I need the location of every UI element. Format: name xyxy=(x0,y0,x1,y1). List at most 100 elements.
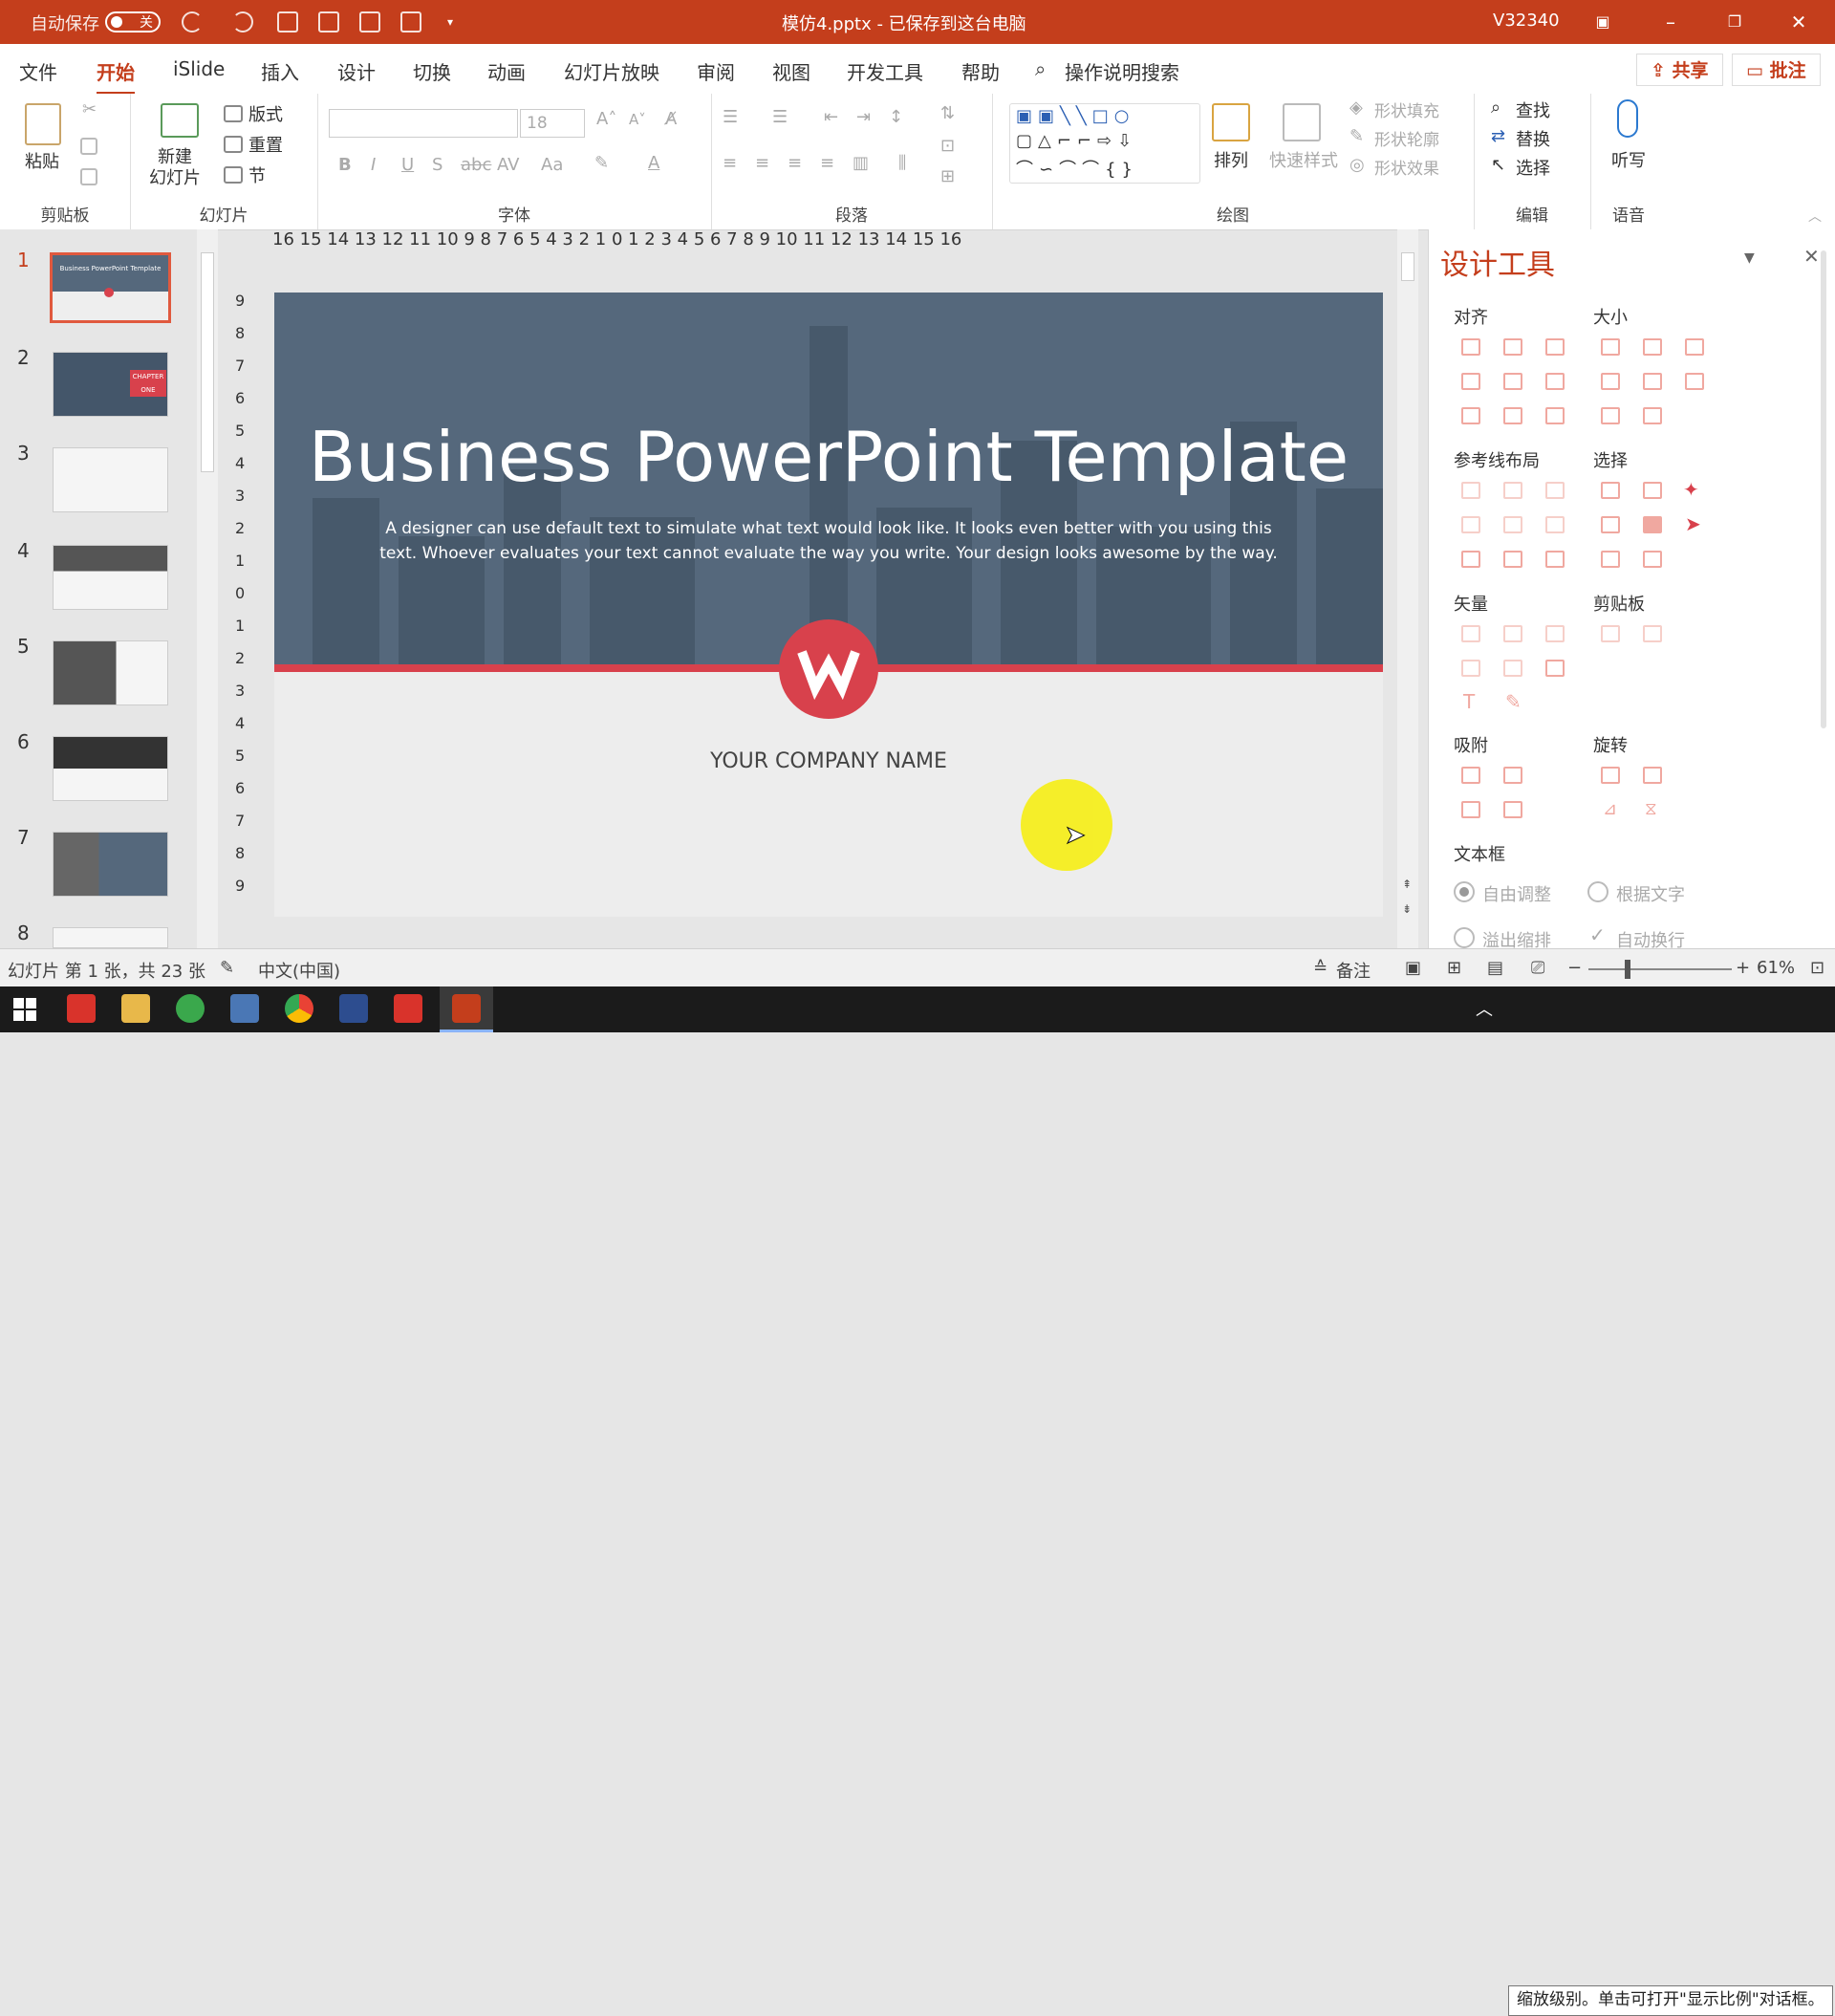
magic-wand-icon[interactable]: ✦ xyxy=(1683,478,1699,501)
align-text-icon[interactable]: ⊡ xyxy=(940,136,955,156)
slide-sorter-icon[interactable]: ⊞ xyxy=(1447,958,1461,978)
taskbar-app-navy-icon[interactable] xyxy=(339,994,368,1023)
cut-icon[interactable]: ✂ xyxy=(82,99,97,119)
save-icon[interactable] xyxy=(400,11,421,33)
zoom-out-icon[interactable]: − xyxy=(1567,958,1582,978)
text-shadow-button[interactable]: S xyxy=(432,155,443,175)
tab-design[interactable]: 设计 xyxy=(337,57,376,85)
increase-indent-icon[interactable]: ⇥ xyxy=(856,107,871,127)
slideshow-icon[interactable]: ⎚ xyxy=(1531,958,1544,978)
shape-outline-label[interactable]: 形状轮廓 xyxy=(1374,126,1439,150)
snap-right-icon[interactable] xyxy=(1503,801,1522,818)
next-slide-icon[interactable]: ⇟ xyxy=(1402,902,1412,916)
arrange-label[interactable]: 排列 xyxy=(1214,147,1248,172)
fragment-icon[interactable] xyxy=(1545,625,1565,642)
combine-icon[interactable] xyxy=(1503,625,1522,642)
bullets-icon[interactable]: ☰ xyxy=(723,107,738,127)
chrome-icon[interactable] xyxy=(285,994,313,1023)
columns-icon[interactable]: ⫼ xyxy=(898,153,906,173)
tab-developer[interactable]: 开发工具 xyxy=(847,57,923,85)
fit-slide-icon[interactable]: ⊡ xyxy=(1810,958,1824,978)
char-spacing-icon[interactable]: AV xyxy=(497,155,519,175)
find-icon[interactable]: ⌕ xyxy=(1491,98,1500,118)
align-center-icon[interactable]: ≡ xyxy=(755,153,769,173)
rotate-left-icon[interactable] xyxy=(1601,767,1620,784)
zoom-slider-thumb[interactable] xyxy=(1625,960,1630,979)
tab-review[interactable]: 审阅 xyxy=(697,57,735,85)
slide-title[interactable]: Business PowerPoint Template xyxy=(274,417,1383,497)
intersect-icon[interactable] xyxy=(1461,660,1480,677)
thumbnails-scrollbar[interactable] xyxy=(197,229,218,948)
tab-insert[interactable]: 插入 xyxy=(261,57,299,85)
tab-file[interactable]: 文件 xyxy=(19,57,57,85)
guide-left-icon[interactable] xyxy=(1461,482,1480,499)
align-bottom-tool-icon[interactable] xyxy=(1545,373,1565,390)
language-status[interactable]: 中文(中国) xyxy=(258,958,340,983)
layout-icon[interactable] xyxy=(224,105,243,122)
format-painter-icon[interactable] xyxy=(80,168,97,185)
section-icon[interactable] xyxy=(224,166,243,184)
highlight-icon[interactable]: ✎ xyxy=(594,153,609,173)
guide-grid-icon[interactable] xyxy=(1545,551,1565,568)
slide-thumbnail-8[interactable] xyxy=(53,927,168,948)
notes-icon[interactable]: ≙ xyxy=(1313,958,1328,978)
thumbnails-scroll-thumb[interactable] xyxy=(201,252,214,472)
guide-top-icon[interactable] xyxy=(1461,516,1480,533)
shape-effects-label[interactable]: 形状效果 xyxy=(1374,155,1439,179)
align-center-tool-icon[interactable] xyxy=(1503,338,1522,356)
guide-fill-v-icon[interactable] xyxy=(1503,551,1522,568)
decrease-indent-icon[interactable]: ⇤ xyxy=(824,107,838,127)
copy-icon[interactable] xyxy=(80,138,97,155)
strikethrough-button[interactable]: abc xyxy=(461,155,491,175)
shapes-gallery[interactable]: ▣▣╲╲□○ ▢△⌐⌐⇨⇩ ⌒∽⌒⌒{} xyxy=(1009,103,1200,184)
subtract-icon[interactable] xyxy=(1503,660,1522,677)
pane-close-icon[interactable]: ✕ xyxy=(1803,245,1820,268)
pane-options-icon[interactable]: ▼ xyxy=(1744,250,1755,266)
taskbar-app-blue-icon[interactable] xyxy=(230,994,259,1023)
undo-icon[interactable] xyxy=(182,11,203,33)
layout-label[interactable]: 版式 xyxy=(248,101,283,126)
tab-view[interactable]: 视图 xyxy=(772,57,810,85)
match-width-icon[interactable] xyxy=(1601,373,1620,390)
italic-button[interactable]: I xyxy=(371,155,376,175)
section-label[interactable]: 节 xyxy=(248,163,266,187)
file-explorer-icon[interactable] xyxy=(121,994,150,1023)
tray-chevron-icon[interactable]: ︿ xyxy=(1476,996,1493,1021)
same-size-icon[interactable] xyxy=(1685,338,1704,356)
reset-label[interactable]: 重置 xyxy=(248,132,283,157)
shape-outline-icon[interactable]: ✎ xyxy=(1349,126,1364,146)
prev-slide-icon[interactable]: ⇞ xyxy=(1402,878,1412,891)
zoom-in-icon[interactable]: + xyxy=(1736,958,1750,978)
guide-right-icon[interactable] xyxy=(1545,482,1565,499)
slide-thumbnail-7[interactable] xyxy=(53,832,168,897)
font-name-input[interactable] xyxy=(329,109,518,138)
tab-slideshow[interactable]: 幻灯片放映 xyxy=(564,57,659,85)
size-right-icon[interactable] xyxy=(1643,407,1662,424)
slide-thumbnail-6[interactable] xyxy=(53,736,168,801)
align-left-icon[interactable]: ≡ xyxy=(723,153,737,173)
comments-button[interactable]: ▭ 批注 xyxy=(1732,54,1821,86)
tell-me-search[interactable]: 操作说明搜索 xyxy=(1065,57,1179,85)
distribute-v-tool-icon[interactable] xyxy=(1503,407,1522,424)
free-adjust-radio[interactable] xyxy=(1454,881,1475,902)
arrange-icon[interactable] xyxy=(1212,103,1250,141)
taskbar-app-green-icon[interactable] xyxy=(176,994,205,1023)
rotate-right-icon[interactable] xyxy=(1643,767,1662,784)
shape-effects-icon[interactable]: ◎ xyxy=(1349,155,1365,175)
reading-view-icon[interactable]: ▤ xyxy=(1487,958,1503,978)
close-button[interactable]: ✕ xyxy=(1778,6,1820,38)
tab-islide[interactable]: iSlide xyxy=(173,57,225,80)
text-vector-icon[interactable]: T xyxy=(1463,690,1475,713)
redo-icon[interactable] xyxy=(232,11,253,33)
slide-canvas[interactable]: Business PowerPoint Template A designer … xyxy=(274,293,1383,917)
ribbon-display-icon[interactable]: ▣ xyxy=(1582,6,1624,38)
tab-transitions[interactable]: 切换 xyxy=(413,57,451,85)
swap-size-icon[interactable] xyxy=(1685,373,1704,390)
tab-animations[interactable]: 动画 xyxy=(487,57,526,85)
distribute-icon[interactable]: ▥ xyxy=(853,153,869,173)
company-name[interactable]: YOUR COMPANY NAME xyxy=(274,749,1383,773)
auto-wrap-checkbox[interactable]: ✓ xyxy=(1589,923,1606,946)
text-direction-icon[interactable]: ⇅ xyxy=(940,103,955,123)
match-height-icon[interactable] xyxy=(1643,373,1662,390)
paste-label[interactable]: 粘贴 xyxy=(25,148,59,173)
